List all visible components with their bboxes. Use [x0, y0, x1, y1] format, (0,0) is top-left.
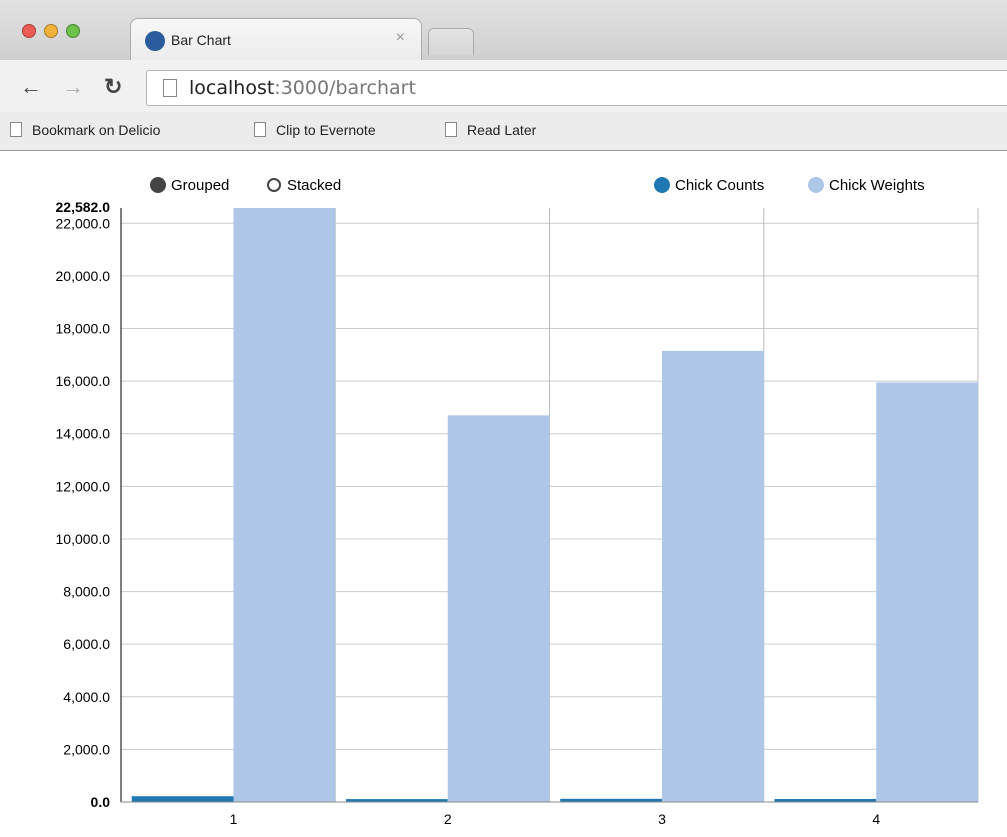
- tab-close-icon[interactable]: ×: [396, 29, 405, 47]
- y-tick-label: 20,000.0: [56, 268, 111, 284]
- controls: Grouped Stacked: [150, 177, 341, 194]
- bars: [131, 208, 978, 802]
- grouped-label: Grouped: [171, 177, 229, 194]
- legend-swatch[interactable]: [654, 177, 670, 193]
- y-tick-label: 10,000.0: [56, 531, 111, 547]
- y-tick-label: 4,000.0: [63, 689, 110, 705]
- bookmarks-bar: Bookmark on Delicio Clip to Evernote Rea…: [0, 112, 1007, 150]
- y-axis: 0.0 2,000.0 4,000.0 6,000.0 8,000.0 10,000.0 1…: [56, 199, 122, 810]
- document-icon: [10, 122, 22, 137]
- forward-arrow-icon[interactable]: →: [62, 76, 84, 98]
- legend: Chick Counts Chick Weights: [654, 177, 925, 194]
- y-tick-label: 6,000.0: [63, 636, 110, 652]
- y-tick-label: 0.0: [91, 794, 111, 810]
- bar-chick-weights[interactable]: [447, 415, 550, 802]
- x-tick-label: 4: [872, 811, 880, 827]
- stacked-radio[interactable]: Stacked: [267, 177, 341, 194]
- tab-bar-chart[interactable]: Bar Chart ×: [130, 18, 422, 61]
- x-tick-label: 1: [230, 811, 238, 827]
- stacked-label: Stacked: [287, 177, 341, 194]
- minimize-window-button[interactable]: [44, 24, 58, 38]
- y-max-label: 22,582.0: [56, 199, 111, 215]
- new-tab-button[interactable]: [428, 28, 474, 55]
- tab-title: Bar Chart: [171, 32, 231, 48]
- x-tick-label: 3: [658, 811, 666, 827]
- document-icon: [445, 122, 457, 137]
- y-tick-label: 12,000.0: [56, 478, 111, 494]
- d3-favicon-icon: [145, 31, 165, 51]
- y-tick-label: 16,000.0: [56, 373, 111, 389]
- y-tick-label: 22,000.0: [56, 215, 111, 231]
- x-tick-label: 2: [444, 811, 452, 827]
- zoom-window-button[interactable]: [66, 24, 80, 38]
- bookmark-label: Read Later: [467, 122, 537, 138]
- bar-chick-weights[interactable]: [876, 382, 978, 802]
- bar-chick-counts[interactable]: [131, 796, 234, 802]
- bookmark-label: Bookmark on Delicio: [32, 122, 161, 138]
- legend-swatch[interactable]: [808, 177, 824, 193]
- bookmark-delicious[interactable]: Bookmark on Delicio: [10, 122, 160, 138]
- document-icon: [254, 122, 266, 137]
- legend-label: Chick Weights: [829, 177, 925, 194]
- bookmark-label: Clip to Evernote: [276, 122, 376, 138]
- close-window-button[interactable]: [22, 24, 36, 38]
- x-axis: 1 2 3 4: [121, 801, 978, 827]
- y-tick-label: 2,000.0: [63, 741, 110, 757]
- url-text: localhost:3000/barchart: [189, 77, 416, 99]
- legend-item[interactable]: Chick Counts: [654, 177, 764, 194]
- browser-chrome: Bar Chart × ← → ↻ localhost:3000/barchar…: [0, 0, 1007, 151]
- stacked-radio-dot[interactable]: [267, 178, 281, 192]
- address-bar[interactable]: localhost:3000/barchart: [146, 70, 1007, 106]
- grouped-radio[interactable]: Grouped: [150, 177, 229, 194]
- y-tick-label: 8,000.0: [63, 584, 110, 600]
- bar-chart: Grouped Stacked Chick Counts Chick Weight…: [56, 177, 979, 827]
- y-tick-label: 18,000.0: [56, 321, 111, 337]
- url-path: :3000/barchart: [274, 77, 416, 99]
- reload-icon[interactable]: ↻: [104, 76, 122, 98]
- legend-item[interactable]: Chick Weights: [808, 177, 925, 194]
- bookmark-evernote[interactable]: Clip to Evernote: [254, 122, 376, 138]
- back-arrow-icon[interactable]: ←: [20, 76, 42, 98]
- bar-chick-weights[interactable]: [661, 350, 764, 802]
- grouped-radio-dot[interactable]: [150, 177, 166, 193]
- url-host: localhost: [189, 77, 275, 99]
- legend-label: Chick Counts: [675, 177, 764, 194]
- bookmark-read-later[interactable]: Read Later: [445, 122, 536, 138]
- y-tick-label: 14,000.0: [56, 426, 111, 442]
- bar-chick-weights[interactable]: [233, 208, 336, 802]
- tab-strip: Bar Chart ×: [0, 0, 1007, 61]
- page-icon: [163, 79, 177, 97]
